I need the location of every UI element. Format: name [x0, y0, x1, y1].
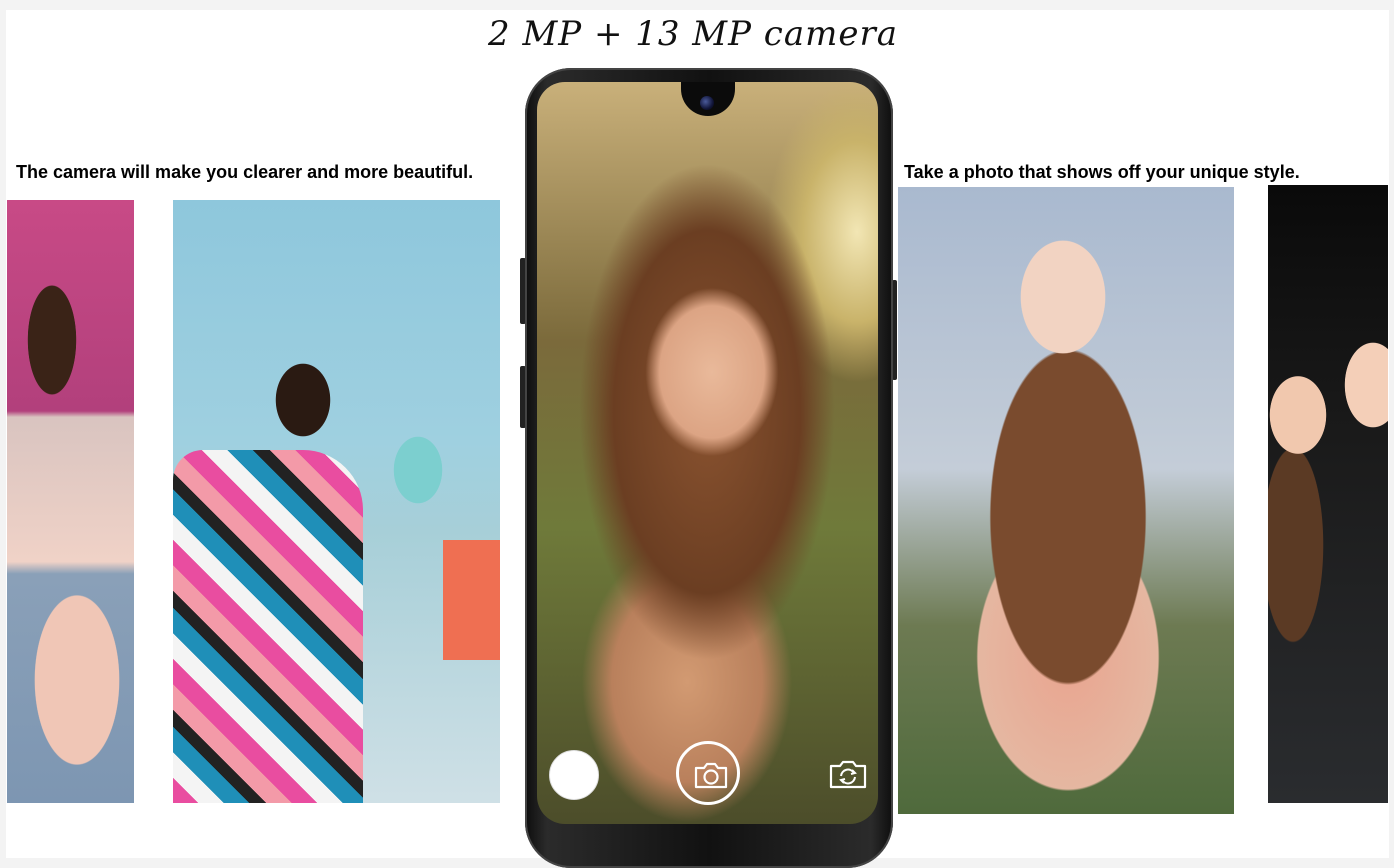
- phone-screen-portrait: [537, 82, 878, 824]
- sample-photo-pink-blossom: [7, 200, 134, 803]
- camera-switch-icon: [829, 760, 867, 789]
- sample-photo-couple-sky: [173, 200, 500, 803]
- shutter-button[interactable]: [676, 741, 740, 805]
- patterned-shirt: [173, 450, 363, 803]
- sample-photo-girls-dark: [1268, 185, 1388, 803]
- camera-switch-button[interactable]: [828, 757, 868, 791]
- camera-icon: [694, 762, 728, 789]
- caption-right: Take a photo that shows off your unique …: [904, 162, 1300, 182]
- caption-left: The camera will make you clearer and mor…: [16, 162, 474, 182]
- sample-photo-woman-sweater: [898, 187, 1234, 814]
- front-camera-lens: [700, 96, 714, 110]
- orange-top: [443, 540, 500, 660]
- headline-title: 2 MP + 13 MP camera: [488, 14, 898, 54]
- circle-thumbnail-icon[interactable]: [549, 750, 599, 800]
